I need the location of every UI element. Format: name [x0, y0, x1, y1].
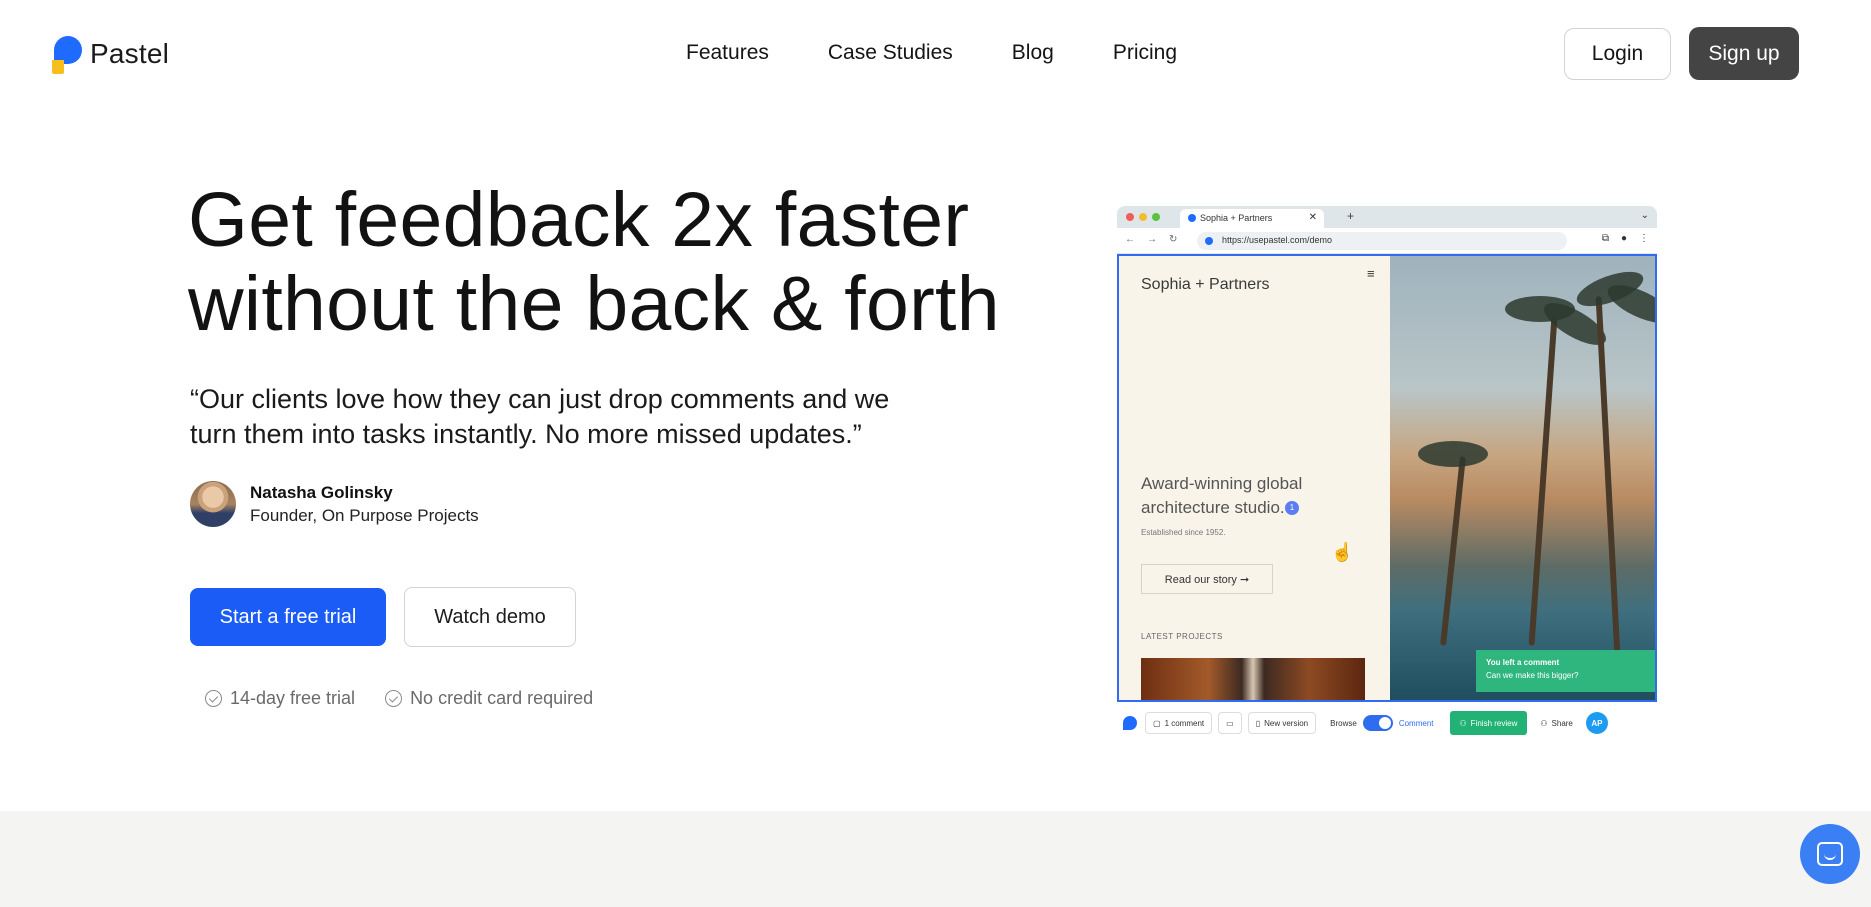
address-bar: https://usepastel.com/demo	[1197, 232, 1567, 250]
comment-icon: ▢	[1153, 718, 1161, 728]
more-icon: ⋮	[1639, 233, 1649, 244]
perk-item: 14-day free trial	[205, 688, 355, 709]
profile-icon: ●	[1620, 233, 1627, 244]
brand-name: Pastel	[90, 38, 170, 69]
browser-tab: Sophia + Partners ✕	[1180, 209, 1324, 228]
share-label: Share	[1551, 718, 1573, 728]
nav-features[interactable]: Features	[686, 41, 769, 65]
forward-icon: →	[1147, 234, 1157, 245]
demo-site: Sophia + Partners ≡ Award-winning global…	[1117, 254, 1657, 702]
site-subtitle: Established since 1952.	[1141, 528, 1226, 537]
menu-icon: ≡	[1367, 266, 1375, 281]
user-icon: ⚇	[1459, 718, 1467, 728]
favicon-icon	[1205, 237, 1213, 245]
nav-case-studies[interactable]: Case Studies	[828, 41, 953, 65]
hero-headline: Get feedback 2x faster without the back …	[188, 178, 1000, 346]
window-controls	[1126, 213, 1160, 221]
cursor-icon: ☝	[1331, 542, 1354, 562]
close-dot-icon	[1126, 213, 1134, 221]
site-brand: Sophia + Partners	[1141, 276, 1270, 293]
comment-badge: 1	[1285, 501, 1299, 515]
device-pill: ▭	[1218, 712, 1242, 734]
headline-line-1: Get feedback 2x faster	[188, 177, 970, 263]
product-demo-screenshot: Sophia + Partners ✕ + ⌄ ← → ↻ https://us…	[1117, 206, 1657, 747]
tab-close-icon: ✕	[1308, 212, 1317, 223]
login-button[interactable]: Login	[1564, 28, 1671, 80]
main-nav: Features Case Studies Blog Pricing	[686, 41, 1177, 65]
back-icon: ←	[1125, 234, 1135, 245]
comment-count-pill: ▢ 1 comment	[1145, 712, 1213, 734]
comment-mode-label: Comment	[1398, 718, 1434, 728]
browse-label: Browse	[1330, 718, 1357, 728]
browser-urlbar: ← → ↻ https://usepastel.com/demo ⧉ ● ⋮	[1117, 228, 1657, 254]
minimize-dot-icon	[1139, 213, 1147, 221]
mode-toggle	[1362, 715, 1393, 731]
address-text: https://usepastel.com/demo	[1222, 235, 1333, 245]
logo[interactable]: Pastel	[52, 34, 169, 74]
page: Pastel Features Case Studies Blog Pricin…	[0, 0, 1871, 907]
browser-actions: ⧉ ● ⋮	[1602, 233, 1649, 244]
new-version-pill: ▯ New version	[1247, 712, 1317, 734]
check-icon	[205, 690, 222, 707]
signup-button[interactable]: Sign up	[1689, 27, 1799, 80]
project-thumbnail	[1141, 658, 1365, 700]
headline-line-2: without the back & forth	[188, 261, 1000, 347]
toast-text: Can we make this bigger?	[1486, 671, 1579, 680]
nav-blog[interactable]: Blog	[1012, 41, 1054, 65]
comment-toast: You left a comment Can we make this bigg…	[1476, 650, 1655, 692]
file-icon: ▯	[1255, 718, 1261, 728]
logo-icon	[52, 34, 82, 74]
testimonial-author: Natasha Golinsky Founder, On Purpose Pro…	[190, 481, 479, 527]
comment-count: 1 comment	[1164, 718, 1205, 728]
favicon-icon	[1188, 214, 1196, 222]
watch-demo-button[interactable]: Watch demo	[404, 587, 576, 647]
read-story-button: Read our story ➞	[1141, 564, 1273, 594]
next-section-band	[0, 811, 1871, 907]
hotel-photo	[1390, 256, 1655, 700]
tab-title: Sophia + Partners	[1200, 213, 1273, 223]
new-tab-icon: +	[1347, 209, 1355, 223]
reload-icon: ↻	[1169, 234, 1178, 245]
share-pill: ⚇ Share	[1533, 712, 1580, 734]
user-avatar: AP	[1585, 712, 1608, 734]
review-toolbar: ▢ 1 comment ▭ ▯ New version Browse Comment…	[1117, 702, 1657, 744]
testimonial-quote: “Our clients love how they can just drop…	[190, 382, 910, 452]
quote-line-1: “Our clients love how they can just drop…	[190, 384, 890, 414]
start-trial-button[interactable]: Start a free trial	[190, 588, 386, 646]
monitor-icon: ▭	[1226, 718, 1234, 728]
chevron-down-icon: ⌄	[1640, 210, 1649, 221]
quote-line-2: turn them into tasks instantly. No more …	[190, 419, 862, 449]
logo-icon	[1123, 716, 1137, 730]
author-title: Founder, On Purpose Projects	[250, 505, 479, 525]
browser-nav-icons: ← → ↻	[1125, 234, 1177, 245]
perk-label: No credit card required	[410, 688, 594, 708]
new-version-label: New version	[1264, 718, 1309, 728]
finish-label: Finish review	[1470, 718, 1518, 728]
chat-launcher-button[interactable]	[1800, 824, 1860, 884]
extension-icon: ⧉	[1601, 233, 1609, 244]
finish-review-button: ⚇ Finish review	[1449, 711, 1528, 735]
nav-pricing[interactable]: Pricing	[1113, 41, 1177, 65]
browser-tabbar: Sophia + Partners ✕ + ⌄	[1117, 206, 1657, 228]
avatar	[190, 481, 236, 527]
people-icon: ⚇	[1540, 718, 1548, 728]
chat-icon	[1817, 842, 1843, 866]
latest-projects-label: LATEST PROJECTS	[1141, 632, 1223, 641]
site-heading: Award-winning global architecture studio…	[1141, 474, 1303, 517]
perk-label: 14-day free trial	[230, 688, 356, 708]
perks-list: 14-day free trial No credit card require…	[205, 688, 593, 709]
author-name: Natasha Golinsky	[250, 482, 393, 502]
toast-title: You left a comment	[1486, 658, 1560, 667]
maximize-dot-icon	[1152, 213, 1160, 221]
check-icon	[385, 690, 403, 707]
site-left-panel: Sophia + Partners ≡ Award-winning global…	[1119, 256, 1390, 700]
perk-item: No credit card required	[385, 688, 593, 709]
